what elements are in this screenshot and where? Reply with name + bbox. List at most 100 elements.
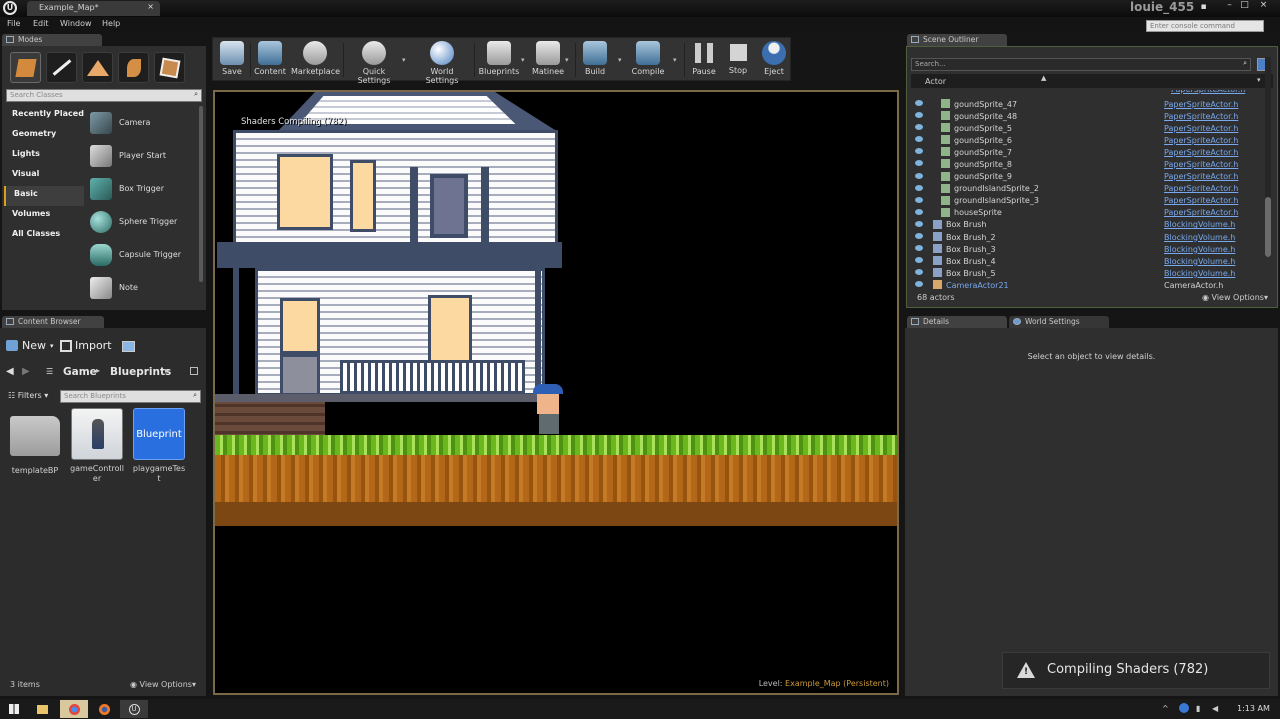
menu-help[interactable]: Help: [102, 19, 120, 28]
outliner-row[interactable]: groundIslandSprite_2 PaperSpriteActor.h: [911, 183, 1263, 195]
visibility-eye-icon[interactable]: [915, 269, 923, 276]
place-player-start[interactable]: Player Start: [84, 139, 200, 172]
visibility-eye-icon[interactable]: [915, 100, 923, 106]
outliner-row[interactable]: CameraActor21 CameraActor.h: [911, 279, 1263, 290]
tab-scene-outliner[interactable]: Scene Outliner: [907, 34, 1007, 46]
visibility-eye-icon[interactable]: [915, 184, 923, 191]
outliner-row-type[interactable]: BlockingVolume.h: [1164, 233, 1235, 242]
outliner-row-type[interactable]: PaperSpriteActor.h: [1164, 136, 1238, 145]
outliner-row[interactable]: goundSprite_7 PaperSpriteActor.h: [911, 146, 1263, 158]
outliner-view-options[interactable]: ◉ View Options▾: [1202, 293, 1268, 302]
asset-gamecontroller[interactable]: gameController: [70, 408, 124, 484]
menu-file[interactable]: File: [7, 19, 20, 28]
back-arrow-icon[interactable]: ◀: [6, 366, 14, 377]
outliner-row-type[interactable]: PaperSpriteActor.h: [1164, 172, 1238, 181]
toolbar-stop[interactable]: Stop: [725, 41, 751, 81]
outliner-row-type[interactable]: PaperSpriteActor.h: [1164, 208, 1238, 217]
maximize-button[interactable]: □: [1237, 0, 1252, 11]
visibility-eye-icon[interactable]: [915, 112, 923, 119]
outliner-row[interactable]: Box Brush_2 BlockingVolume.h: [911, 231, 1263, 243]
visibility-eye-icon[interactable]: [915, 124, 923, 131]
breadcrumb-end-icon[interactable]: ▸: [165, 366, 169, 375]
place-camera[interactable]: Camera: [84, 106, 200, 139]
compile-dropdown-icon[interactable]: ▾: [673, 56, 677, 64]
outliner-row[interactable]: goundSprite_9 PaperSpriteActor.h: [911, 171, 1263, 183]
place-note[interactable]: Note: [84, 271, 200, 304]
toolbar-compile[interactable]: Compile: [629, 41, 667, 81]
category-recently-placed[interactable]: Recently Placed: [4, 106, 84, 126]
menu-window[interactable]: Window: [60, 19, 92, 28]
foliage-mode-button[interactable]: [118, 52, 149, 83]
outliner-row[interactable]: goundSprite_8 PaperSpriteActor.h: [911, 158, 1263, 170]
place-sphere-trigger[interactable]: Sphere Trigger: [84, 205, 200, 238]
volume-icon[interactable]: ◀: [1212, 704, 1218, 713]
tab-content-browser[interactable]: Content Browser: [2, 316, 104, 328]
tab-world-settings[interactable]: World Settings: [1009, 316, 1109, 328]
build-dropdown-icon[interactable]: ▾: [618, 56, 622, 64]
tab-modes[interactable]: Modes: [2, 34, 102, 46]
quick-settings-dropdown-icon[interactable]: ▾: [402, 56, 406, 64]
toolbar-eject[interactable]: Eject: [759, 41, 789, 81]
breadcrumb-game[interactable]: Game: [63, 366, 97, 378]
toolbar-world-settings[interactable]: World Settings: [413, 41, 471, 85]
category-all-classes[interactable]: All Classes: [4, 226, 84, 246]
outliner-row-type[interactable]: PaperSpriteActor.h: [1164, 148, 1238, 157]
outliner-row[interactable]: Box Brush_3 BlockingVolume.h: [911, 243, 1263, 255]
breadcrumb-blueprints[interactable]: Blueprints: [110, 366, 171, 378]
paint-mode-button[interactable]: [46, 52, 77, 83]
search-classes-input[interactable]: Search Classes ⌕: [6, 89, 202, 102]
filters-button[interactable]: ☷ Filters ▾: [8, 391, 48, 400]
search-blueprints-input[interactable]: Search Blueprints ⌕: [60, 390, 201, 403]
landscape-mode-button[interactable]: [82, 52, 113, 83]
forward-arrow-icon[interactable]: ▶: [22, 366, 30, 377]
outliner-row-type[interactable]: PaperSpriteActor.h: [1164, 160, 1238, 169]
sort-ascending-icon[interactable]: ▲: [1041, 74, 1046, 82]
file-explorer-icon[interactable]: [28, 700, 56, 718]
outliner-row[interactable]: Box Brush_4 BlockingVolume.h: [911, 255, 1263, 267]
place-box-trigger[interactable]: Box Trigger: [84, 172, 200, 205]
outliner-row-type[interactable]: PaperSpriteActor.h: [1164, 196, 1238, 205]
outliner-row[interactable]: goundSprite_48 PaperSpriteActor.h: [911, 110, 1263, 122]
visibility-eye-icon[interactable]: [915, 257, 923, 264]
outliner-search-input[interactable]: Search... ⌕: [911, 58, 1251, 71]
toolbar-quick-settings[interactable]: Quick Settings: [346, 41, 402, 85]
chrome-icon[interactable]: [60, 700, 88, 718]
new-button[interactable]: New ▾: [6, 339, 54, 352]
console-input[interactable]: Enter console command: [1146, 20, 1264, 32]
modes-scrollbar[interactable]: [199, 106, 203, 282]
minimize-button[interactable]: –: [1222, 0, 1237, 11]
outliner-row[interactable]: Box Brush_5 BlockingVolume.h: [911, 267, 1263, 279]
outliner-row[interactable]: goundSprite_47 PaperSpriteActor.h: [911, 98, 1263, 110]
category-geometry[interactable]: Geometry: [4, 126, 84, 146]
toolbar-save[interactable]: Save: [217, 41, 247, 81]
unreal-taskbar-icon[interactable]: U: [120, 700, 148, 718]
visibility-eye-icon[interactable]: [915, 233, 923, 240]
tab-details[interactable]: Details: [907, 316, 1007, 328]
asset-templatebp[interactable]: templateBP: [8, 408, 62, 476]
outliner-column-actor[interactable]: Actor: [925, 77, 946, 86]
outliner-row-type[interactable]: BlockingVolume.h: [1164, 245, 1235, 254]
place-mode-button[interactable]: [10, 52, 41, 83]
toolbar-content[interactable]: Content: [253, 41, 287, 81]
place-capsule-trigger[interactable]: Capsule Trigger: [84, 238, 200, 271]
outliner-row-type[interactable]: PaperSpriteActor.h: [1164, 112, 1238, 121]
outliner-row-type[interactable]: CameraActor.h: [1164, 281, 1223, 290]
visibility-eye-icon[interactable]: [915, 136, 923, 143]
outliner-row-type[interactable]: PaperSpriteActor.h: [1164, 100, 1238, 109]
category-volumes[interactable]: Volumes: [4, 206, 84, 226]
close-window-button[interactable]: ×: [1256, 0, 1271, 11]
visibility-eye-icon[interactable]: [915, 172, 923, 179]
category-lights[interactable]: Lights: [4, 146, 84, 166]
toolbar-marketplace[interactable]: Marketplace: [291, 41, 340, 81]
lock-icon[interactable]: [190, 367, 198, 375]
tray-app-icon[interactable]: [1179, 703, 1189, 713]
outliner-row[interactable]: groundIslandSprite_3 PaperSpriteActor.h: [911, 195, 1263, 207]
save-all-icon[interactable]: [122, 341, 135, 352]
column-options-icon[interactable]: ▾: [1257, 76, 1261, 84]
firefox-icon[interactable]: [90, 700, 118, 718]
asset-playgametest[interactable]: Blueprint playgameTest: [132, 408, 186, 484]
visibility-eye-icon[interactable]: [915, 281, 923, 288]
outliner-row[interactable]: houseSprite PaperSpriteActor.h: [911, 207, 1263, 219]
geometry-mode-button[interactable]: [154, 52, 185, 83]
network-icon[interactable]: ▮: [1196, 704, 1200, 713]
